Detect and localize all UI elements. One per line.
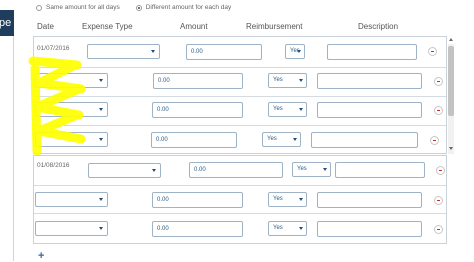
description-input[interactable] [327,44,417,60]
description-input[interactable] [317,221,422,237]
chevron-down-icon [151,50,155,53]
remove-row-icon[interactable] [434,225,443,234]
left-divider [13,36,14,261]
row-separator [34,67,446,68]
column-header-amount: Amount [180,22,208,31]
reimbursement-value: Yes [273,77,283,83]
expense-type-select[interactable] [35,192,108,207]
reimbursement-select[interactable]: Yes [285,44,305,59]
remove-row-icon[interactable] [434,106,443,115]
chevron-down-icon [297,50,301,53]
chevron-down-icon [299,198,303,201]
row-separator [34,96,446,97]
chevron-down-icon [152,169,156,172]
highlight-stroke [28,56,86,155]
amount-input[interactable]: 0.00 [153,73,243,89]
reimbursement-value: Yes [297,166,307,172]
highlight-annotation [28,56,86,155]
expense-type-select[interactable] [88,163,161,178]
reimbursement-select[interactable]: Yes [268,73,307,88]
window-title-fragment: pe [0,10,14,36]
reimbursement-select[interactable]: Yes [268,192,307,207]
reimbursement-value: Yes [273,196,283,202]
expense-type-select[interactable] [87,44,160,59]
amount-input[interactable]: 0.00 [152,221,243,237]
add-row-button[interactable]: + [38,251,44,262]
row-separator [34,125,446,126]
scroll-up-icon[interactable] [449,38,453,41]
amount-input[interactable]: 0.00 [152,102,243,118]
radio-different-amount[interactable] [135,4,142,11]
radio-same-amount-label: Same amount for all days [46,4,120,11]
chevron-down-icon [99,79,103,82]
remove-row-icon[interactable] [430,136,439,145]
chevron-down-icon [293,138,297,141]
reimbursement-select[interactable]: Yes [268,102,307,117]
chevron-down-icon [99,198,103,201]
reimbursement-select[interactable]: Yes [262,132,301,147]
reimbursement-select[interactable]: Yes [292,162,331,177]
description-input[interactable] [311,132,418,148]
description-input[interactable] [335,162,425,178]
reimbursement-value: Yes [273,106,283,112]
scrollbar-thumb[interactable] [448,46,454,116]
description-input[interactable] [317,102,422,118]
radio-same-amount[interactable] [36,4,42,11]
description-input[interactable] [317,192,422,208]
amount-mode-group: Same amount for all days Different amoun… [36,4,231,11]
reimbursement-value: Yes [267,136,277,142]
radio-different-amount-label: Different amount for each day [145,4,232,11]
column-header-date: Date [37,22,54,31]
row-separator [34,185,446,186]
chevron-down-icon [323,168,327,171]
row-separator [34,213,446,214]
expense-type-select[interactable] [35,221,108,236]
amount-input[interactable]: 0.00 [189,162,283,178]
remove-row-icon[interactable] [436,166,445,175]
group-date: 01/07/2016 [37,45,70,52]
remove-row-icon[interactable] [434,196,443,205]
scroll-down-icon[interactable] [449,147,453,150]
chevron-down-icon [299,227,303,230]
reimbursement-value: Yes [273,225,283,231]
chevron-down-icon [99,108,103,111]
column-header-reimbursement: Reimbursement [246,22,303,31]
column-header-expense-type: Expense Type [82,22,133,31]
column-header-description: Description [358,22,399,31]
reimbursement-select[interactable]: Yes [268,221,307,236]
group-date: 01/08/2016 [37,162,70,169]
amount-input[interactable]: 0.00 [186,44,262,60]
remove-row-icon[interactable] [428,47,437,56]
chevron-down-icon [299,79,303,82]
chevron-down-icon [299,108,303,111]
remove-row-icon[interactable] [434,77,443,86]
amount-input[interactable]: 0.00 [152,192,243,208]
description-input[interactable] [317,73,422,89]
amount-input[interactable]: 0.00 [151,132,237,148]
chevron-down-icon [99,138,103,141]
chevron-down-icon [99,227,103,230]
